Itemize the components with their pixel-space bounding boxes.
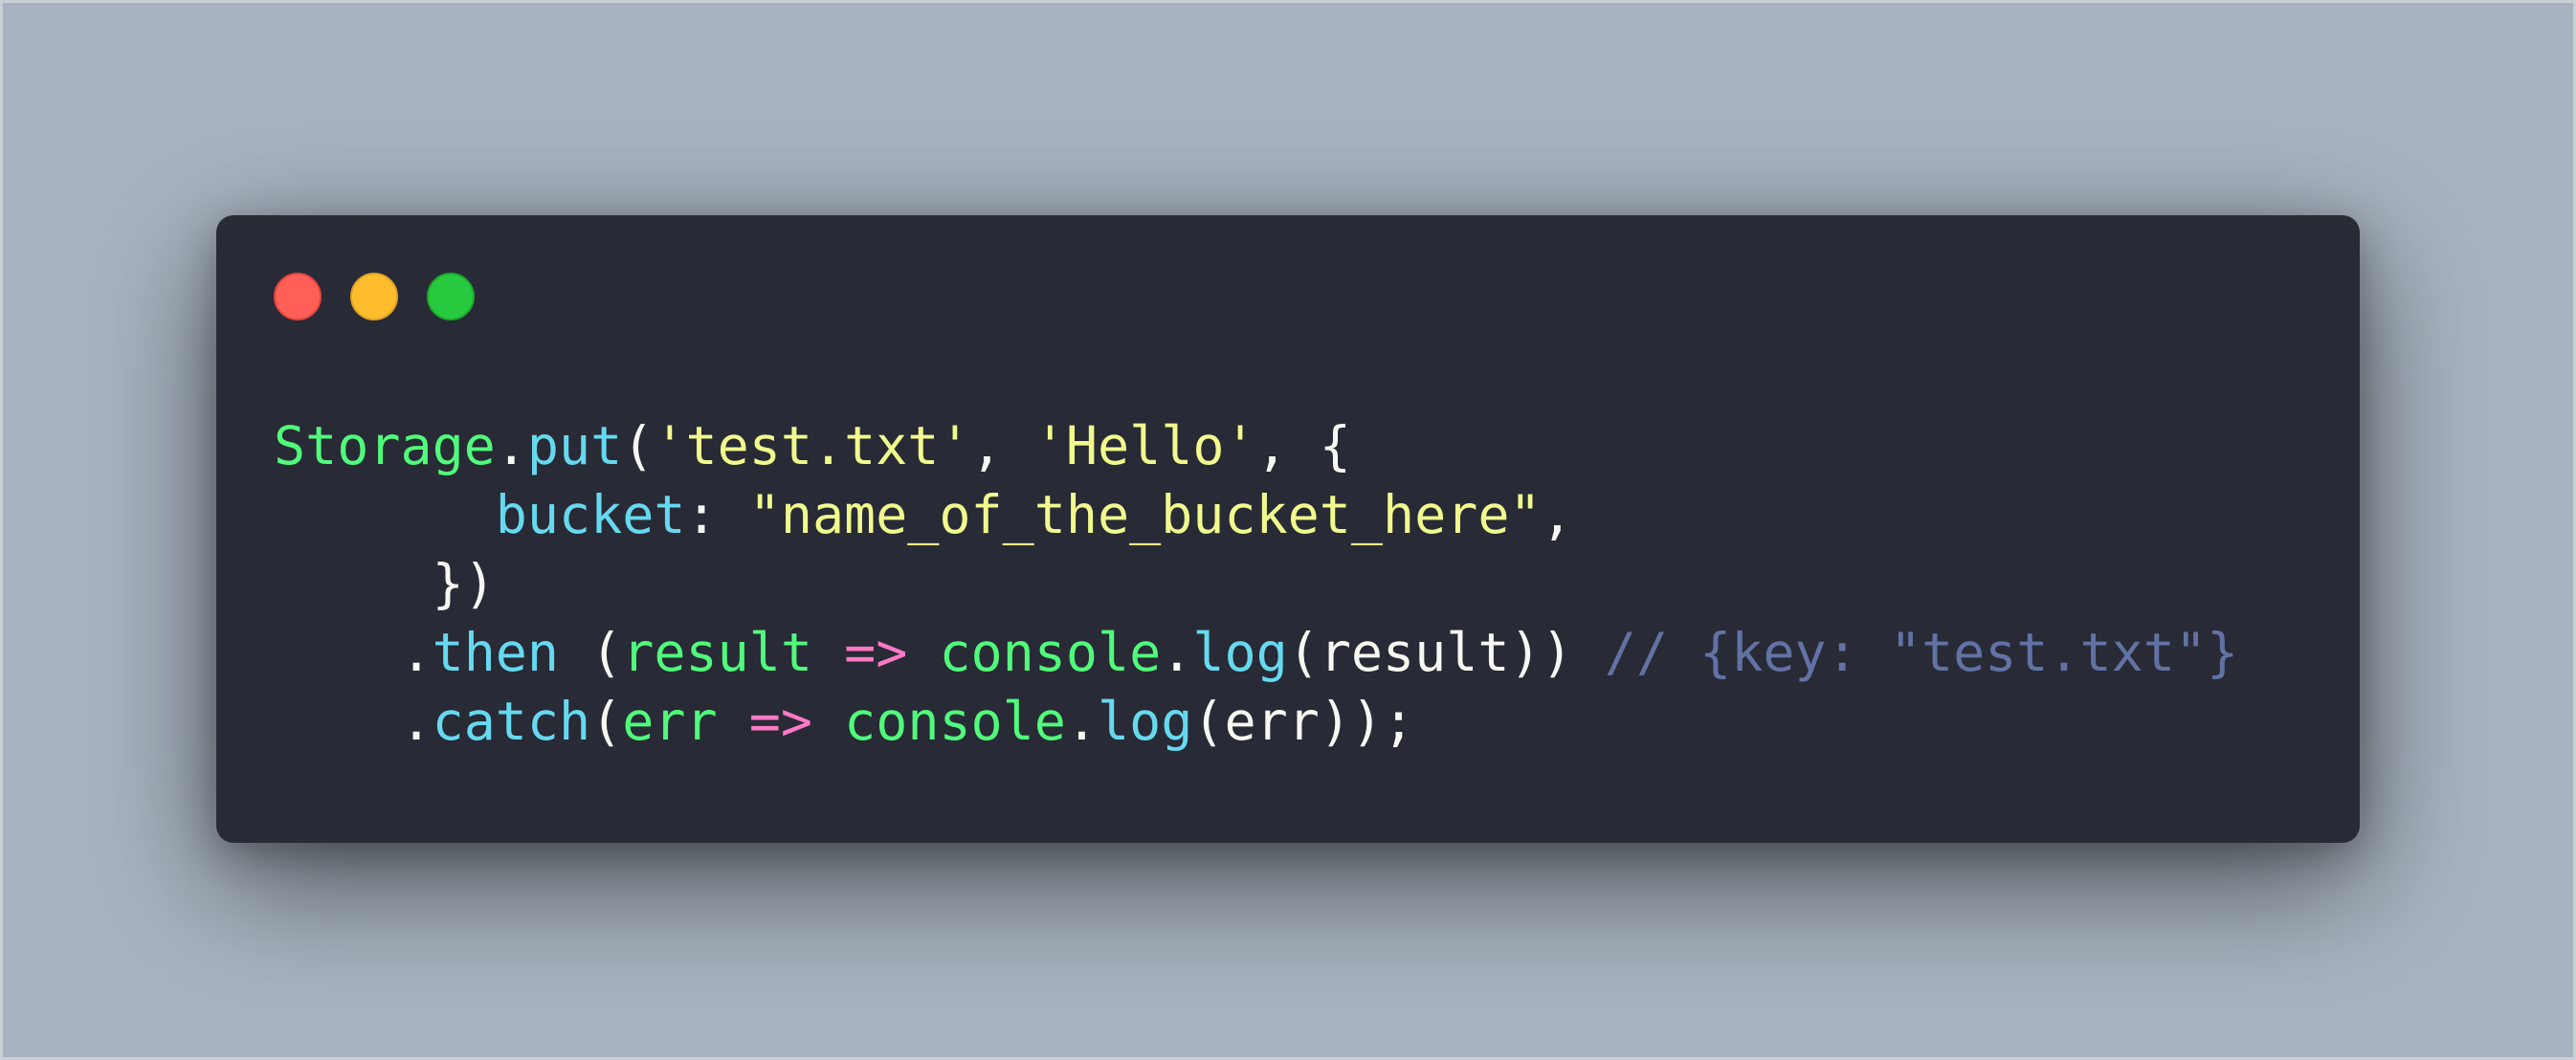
- code-token: "name_of_the_bucket_here": [748, 484, 1542, 545]
- code-token: console: [939, 622, 1162, 683]
- code-token: .: [274, 691, 433, 752]
- code-token: then: [432, 622, 560, 683]
- code-line: }): [274, 549, 2238, 618]
- code-line: .then (result => console.log(result)) //…: [274, 618, 2238, 687]
- code-token: result: [622, 622, 812, 683]
- code-token: console: [844, 691, 1066, 752]
- code-token: 'Hello': [1033, 415, 1256, 476]
- code-token: Storage: [274, 415, 496, 476]
- code-token: (err));: [1192, 691, 1415, 752]
- code-token: ,: [1541, 484, 1573, 545]
- code-window: Storage.put('test.txt', 'Hello', { bucke…: [216, 215, 2360, 843]
- code-token: (result)): [1287, 622, 1605, 683]
- code-block: Storage.put('test.txt', 'Hello', { bucke…: [274, 411, 2238, 756]
- code-token: err: [622, 691, 718, 752]
- code-token: ,: [970, 415, 1034, 476]
- traffic-lights: [274, 273, 475, 320]
- code-token: }): [274, 553, 496, 614]
- code-token: .: [274, 622, 433, 683]
- code-token: .: [1161, 622, 1193, 683]
- code-token: catch: [432, 691, 591, 752]
- code-token: // {key: "test.txt"}: [1604, 622, 2239, 683]
- code-token: bucket: [495, 484, 686, 545]
- code-token: log: [1098, 691, 1193, 752]
- code-token: (: [622, 415, 655, 476]
- minimize-button[interactable]: [350, 273, 398, 320]
- code-token: .: [495, 415, 527, 476]
- maximize-button[interactable]: [427, 273, 475, 320]
- code-token: put: [526, 415, 623, 476]
- code-token: (: [559, 622, 623, 683]
- code-token: 'test.txt': [654, 415, 971, 476]
- code-token: :: [685, 484, 749, 545]
- code-token: .: [1065, 691, 1099, 752]
- close-button[interactable]: [274, 273, 322, 320]
- code-line: .catch(err => console.log(err));: [274, 687, 2238, 756]
- code-token: =>: [844, 622, 908, 683]
- code-token: =>: [748, 691, 812, 752]
- code-token: log: [1192, 622, 1288, 683]
- code-line: bucket: "name_of_the_bucket_here",: [274, 480, 2238, 549]
- code-token: , {: [1255, 415, 1351, 476]
- code-line: Storage.put('test.txt', 'Hello', {: [274, 411, 2238, 480]
- code-token: (: [590, 691, 623, 752]
